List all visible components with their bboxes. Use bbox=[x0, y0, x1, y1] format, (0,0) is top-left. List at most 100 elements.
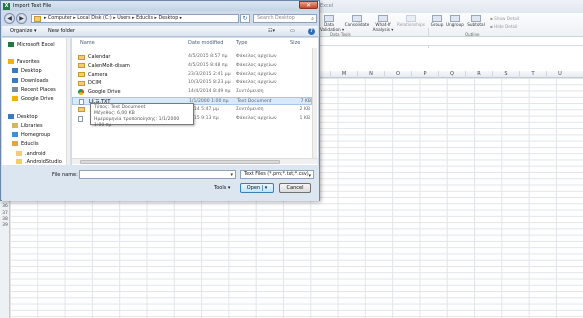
column-header[interactable]: M bbox=[330, 71, 357, 78]
new-folder-button[interactable]: New folder bbox=[48, 28, 75, 34]
file-name: CalenMoIt-disam bbox=[88, 62, 130, 69]
nav-item[interactable]: Google Drive bbox=[12, 96, 54, 102]
relationships-label: Relationships bbox=[397, 22, 425, 27]
scroll-thumb[interactable] bbox=[80, 160, 280, 164]
column-header-date[interactable]: Date modified bbox=[188, 40, 223, 46]
column-header[interactable]: Q bbox=[438, 71, 465, 78]
file-row[interactable]: DCIM 10/3/2015 8:23 μμ Φάκελος αρχείων bbox=[72, 79, 312, 87]
file-size: 2 KB bbox=[299, 106, 310, 112]
close-button[interactable]: ✕ bbox=[299, 1, 318, 9]
column-header[interactable]: U bbox=[546, 71, 573, 78]
help-icon[interactable]: ? bbox=[308, 28, 315, 35]
column-header-type[interactable]: Type bbox=[236, 40, 247, 46]
file-type: Συντόμευση bbox=[236, 89, 264, 95]
nav-item-label: .android bbox=[25, 151, 46, 157]
show-detail-button[interactable]: ▪ Show Detail bbox=[490, 16, 520, 22]
document-icon bbox=[79, 99, 84, 105]
consolidate-button[interactable]: Consolidate bbox=[342, 15, 372, 28]
excel-icon bbox=[8, 42, 14, 47]
home-icon bbox=[12, 132, 18, 137]
organize-button[interactable]: Organize ▾ bbox=[10, 28, 37, 34]
refresh-button[interactable]: ↻ bbox=[240, 14, 250, 23]
open-button[interactable]: Open ▾ bbox=[240, 183, 274, 193]
column-header[interactable]: S bbox=[492, 71, 519, 78]
nav-item-label: Homegroup bbox=[21, 132, 51, 138]
file-row[interactable]: CalenMoIt-disam 4/5/2015 8:48 πμ Φάκελος α… bbox=[72, 62, 312, 70]
group-button[interactable]: Group bbox=[430, 15, 444, 28]
file-type: Text Document bbox=[237, 99, 272, 104]
preview-pane-icon[interactable]: ▭ bbox=[290, 28, 295, 34]
column-header[interactable]: R bbox=[465, 71, 492, 78]
data-validation-button[interactable]: Data Validation ▾ bbox=[320, 15, 344, 32]
hide-detail-button[interactable]: ▪ Hide Detail bbox=[490, 24, 517, 30]
nav-item-label: Desktop bbox=[17, 114, 38, 120]
nav-item[interactable]: Educlis bbox=[12, 141, 39, 147]
forward-button[interactable]: ▶ bbox=[16, 13, 27, 24]
file-row[interactable]: Google Drive 14/4/2014 8:49 πμ Συντόμευση bbox=[72, 88, 312, 96]
chevron-down-icon[interactable]: ▾ bbox=[261, 185, 268, 191]
column-header[interactable]: N bbox=[357, 71, 384, 78]
document-icon bbox=[78, 115, 83, 122]
file-date: 23/3/2015 2:41 μμ bbox=[188, 71, 231, 77]
column-header-name[interactable]: Name bbox=[80, 40, 95, 46]
open-label: Open bbox=[246, 185, 261, 191]
file-name-input[interactable]: ▾ bbox=[79, 170, 236, 179]
file-size: 7 KB bbox=[300, 99, 311, 104]
file-row[interactable]: Calendar 4/5/2015 8:57 πμ Φάκελος αρχείων bbox=[72, 53, 312, 61]
subtotal-button[interactable]: Subtotal bbox=[466, 15, 486, 28]
address-bar[interactable]: ▸ Computer ▸ Local Disk (C:) ▸ Users ▸ E… bbox=[31, 14, 239, 23]
horizontal-scrollbar[interactable] bbox=[72, 158, 318, 164]
navigation-bar: ◀ ▶ ▸ Computer ▸ Local Disk (C:) ▸ Users… bbox=[3, 12, 319, 25]
nav-scrollbar[interactable] bbox=[66, 38, 70, 165]
column-header[interactable]: T bbox=[519, 71, 546, 78]
nav-item-label: Educlis bbox=[21, 141, 39, 147]
column-header[interactable]: P bbox=[411, 71, 438, 78]
cancel-button[interactable]: Cancel bbox=[279, 183, 311, 193]
file-date: 14/4/2014 8:49 πμ bbox=[188, 89, 231, 95]
file-tooltip: Τύπος: Text Document Μέγεθος: 6,00 KB Ημ… bbox=[90, 103, 194, 128]
lib-icon bbox=[12, 123, 18, 128]
file-name: Calendar bbox=[88, 54, 111, 60]
dialog-title-bar[interactable]: X Import Text File ✕ bbox=[1, 1, 319, 11]
nav-item-label: Recent Places bbox=[21, 87, 56, 93]
show-detail-label: Show Detail bbox=[494, 16, 520, 21]
desk-icon bbox=[12, 68, 18, 73]
views-icon[interactable]: ☷▾ bbox=[268, 28, 275, 34]
folder-icon bbox=[78, 80, 85, 86]
consolidate-icon bbox=[352, 15, 362, 22]
nav-item[interactable]: Desktop bbox=[8, 114, 38, 120]
nav-item[interactable]: Favorites bbox=[8, 59, 40, 65]
nav-item[interactable]: Libraries bbox=[12, 123, 43, 129]
what-if-label: What-If Analysis ▾ bbox=[372, 22, 394, 32]
nav-item[interactable]: .android bbox=[16, 151, 46, 157]
relationships-icon bbox=[406, 15, 416, 22]
row-header[interactable]: 38 bbox=[0, 217, 10, 222]
ungroup-button[interactable]: Ungroup bbox=[445, 15, 465, 28]
nav-item[interactable]: Homegroup bbox=[12, 132, 50, 138]
column-header[interactable]: O bbox=[384, 71, 411, 78]
back-button[interactable]: ◀ bbox=[4, 13, 15, 24]
search-input[interactable]: Search Desktop ⌕ bbox=[253, 14, 317, 23]
file-row[interactable]: Camera 23/3/2015 2:41 μμ Φάκελος αρχείων bbox=[72, 71, 312, 79]
file-type-select[interactable]: Text Files (*.prn;*.txt;*.csv) ▾ bbox=[240, 170, 314, 179]
what-if-button[interactable]: What-If Analysis ▾ bbox=[372, 15, 394, 32]
screen: Excel Data Validation ▾ Consolidate What… bbox=[0, 0, 583, 318]
subtotal-label: Subtotal bbox=[467, 22, 485, 27]
recent-icon bbox=[12, 87, 18, 92]
tools-button[interactable]: Tools ▾ bbox=[214, 185, 230, 191]
nav-item-label: Google Drive bbox=[21, 96, 54, 102]
chevron-down-icon[interactable]: ▾ bbox=[230, 172, 233, 178]
row-header[interactable]: 37 bbox=[0, 211, 10, 216]
row-header[interactable]: 36 bbox=[0, 204, 10, 209]
folder-icon bbox=[34, 16, 41, 22]
nav-item[interactable]: Microsoft Excel bbox=[8, 42, 55, 48]
file-list-scrollbar[interactable] bbox=[312, 48, 317, 158]
row-header[interactable]: 39 bbox=[0, 223, 10, 228]
nav-item[interactable]: Desktop bbox=[12, 68, 42, 74]
file-date: 10/3/2015 8:23 μμ bbox=[188, 80, 231, 86]
relationships-button[interactable]: Relationships bbox=[395, 15, 427, 28]
nav-item[interactable]: Recent Places bbox=[12, 87, 56, 93]
column-header-size[interactable]: Size bbox=[290, 40, 300, 46]
nav-item[interactable]: Downloads bbox=[12, 78, 48, 84]
file-type: Συντόμευση bbox=[236, 106, 264, 112]
